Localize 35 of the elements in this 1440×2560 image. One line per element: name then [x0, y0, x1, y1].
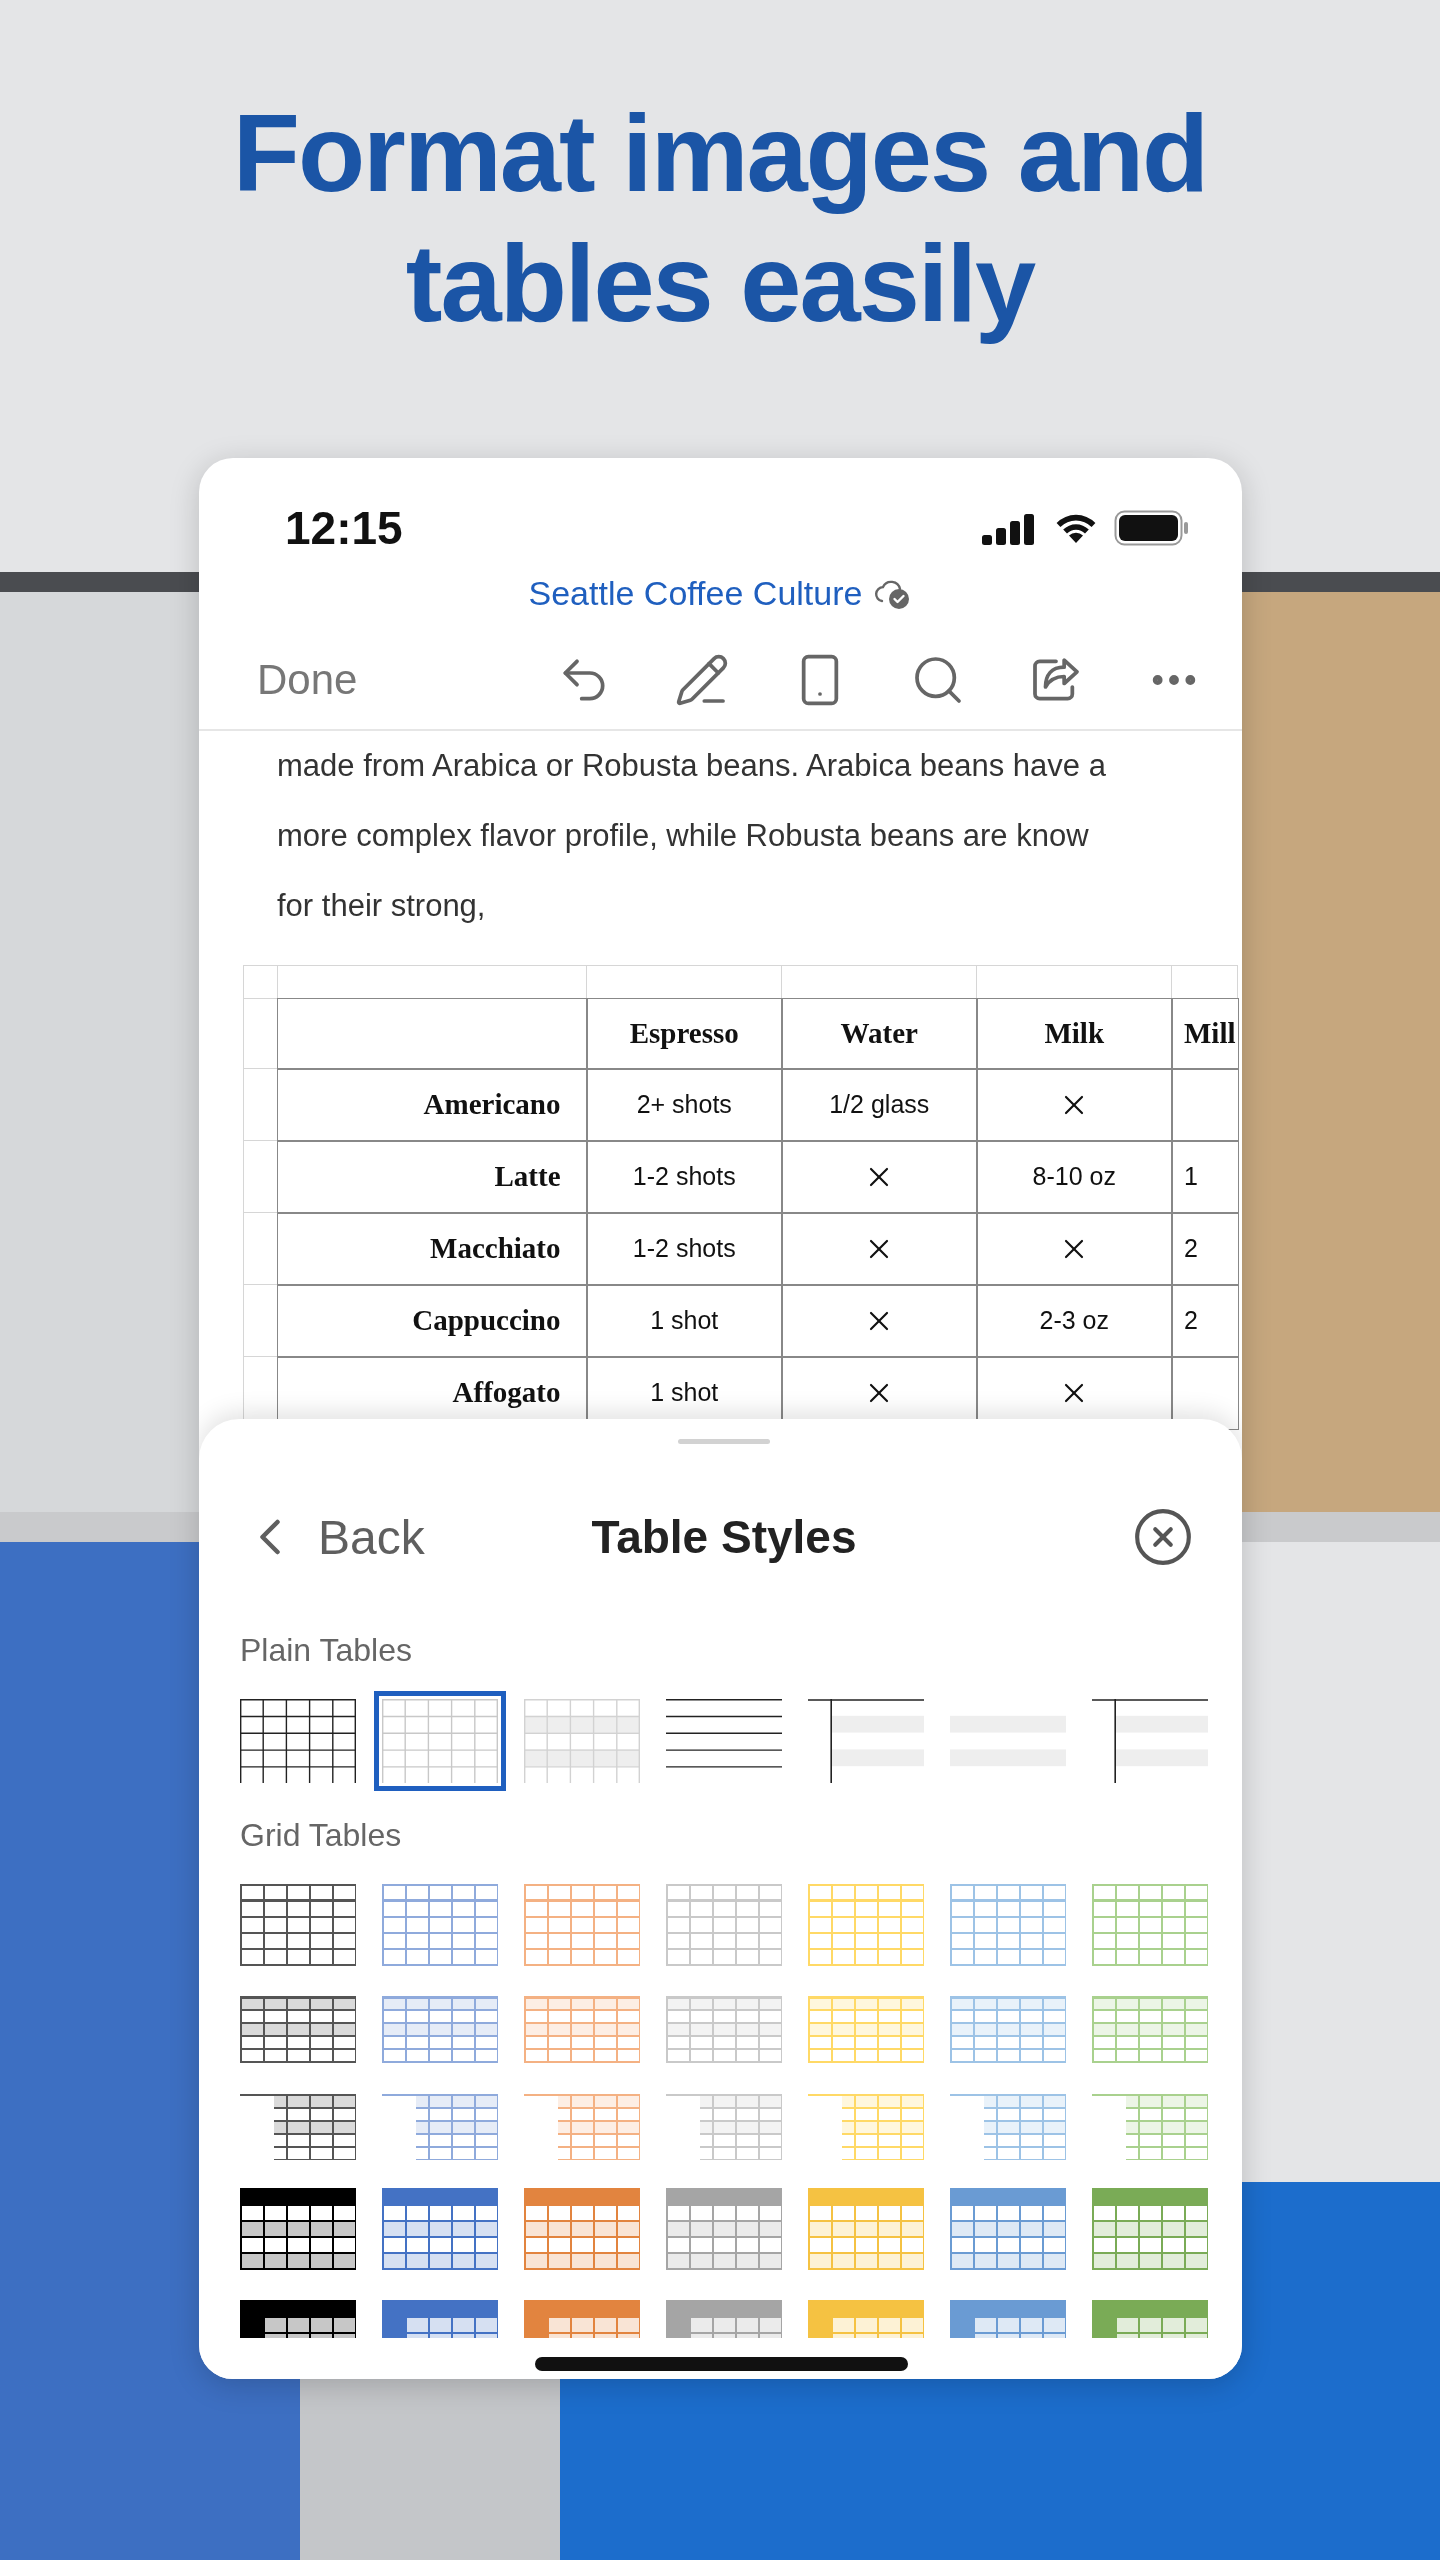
section-title: Plain Tables [240, 1632, 413, 1670]
ruler-cell [1171, 965, 1238, 999]
row-header-cell: Latte [277, 1140, 588, 1214]
paragraph-line: made from Arabica or Robusta beans. Arabica beans have a [277, 747, 1107, 785]
paragraph-line: more complex flavor profile, while Robusta beans are know [277, 817, 1090, 855]
table-cell: 2+ shots [586, 1068, 783, 1142]
table-cell: 2-3 oz [976, 1284, 1173, 1358]
table-style-option[interactable] [374, 1691, 506, 1792]
table-cell: 2 [1171, 1284, 1239, 1358]
battery-icon [1114, 510, 1190, 546]
row-header-cell: Macchiato [277, 1212, 588, 1286]
section-title: Grid Tables [240, 1817, 403, 1855]
table-cell: 1-2 shots [586, 1140, 783, 1214]
table-cell: 8-10 oz [976, 1140, 1173, 1214]
table-cell: 1 [1171, 1140, 1239, 1214]
table-cell: 2 [1171, 1212, 1239, 1286]
ruler-cell [243, 965, 278, 999]
status-time: 12:15 [285, 501, 403, 555]
table-cell: 1 shot [586, 1284, 783, 1358]
table-cell: 1/2 glass [781, 1068, 978, 1142]
pencil-icon[interactable] [674, 652, 730, 708]
paragraph-line: for their strong, [277, 887, 487, 925]
table-cell: 1-2 shots [586, 1212, 783, 1286]
header-cell: Milk [976, 998, 1173, 1070]
headline: Format images and tables easily [231, 90, 1209, 346]
sheet-title: Table Styles [591, 1510, 857, 1565]
row-header-cell: Americano [277, 1068, 588, 1142]
document-title: Seattle Coffee Culture [528, 574, 863, 613]
row-header-cell: Cappuccino [277, 1284, 588, 1358]
back-button[interactable]: Back [240, 1507, 425, 1568]
header-cell: Water [781, 998, 978, 1070]
sheet-handle[interactable] [678, 1439, 770, 1445]
header-cell: Espresso [586, 998, 783, 1070]
header-cell: Mill [1171, 998, 1239, 1070]
done-button[interactable]: Done [257, 656, 358, 704]
